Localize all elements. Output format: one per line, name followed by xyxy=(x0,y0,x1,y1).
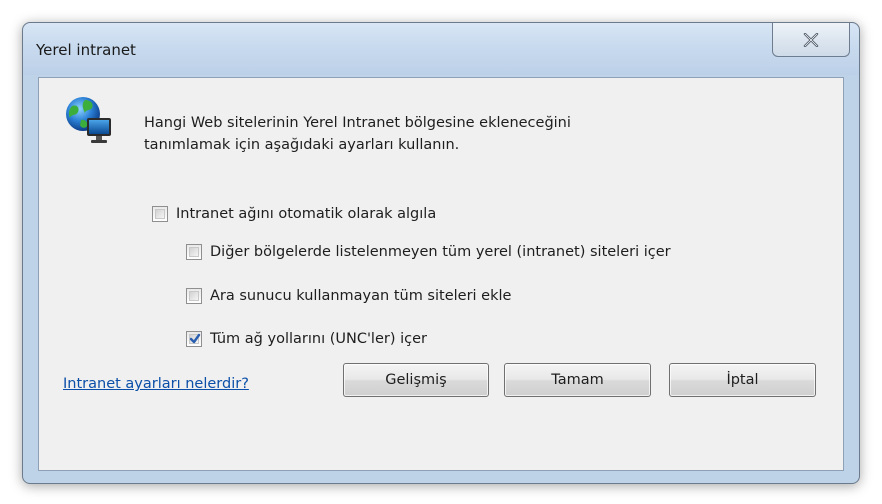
auto-detect-intranet-checkbox[interactable] xyxy=(152,206,168,222)
network-globe-icon xyxy=(63,94,117,148)
close-button[interactable] xyxy=(772,23,850,57)
description-line-1: Hangi Web sitelerinin Yerel Intranet böl… xyxy=(144,115,571,131)
include-unc-paths-label: Tüm ağ yollarını (UNC'ler) içer xyxy=(210,331,427,347)
dialog-title: Yerel intranet xyxy=(36,41,136,59)
include-local-sites-label: Diğer bölgelerde listelenmeyen tüm yerel… xyxy=(210,244,671,260)
bypass-proxy-sites-label: Ara sunucu kullanmayan tüm siteleri ekle xyxy=(210,288,512,304)
include-unc-paths-option[interactable]: Tüm ağ yollarını (UNC'ler) içer xyxy=(186,331,427,347)
auto-detect-intranet-option[interactable]: Intranet ağını otomatik olarak algıla xyxy=(152,206,436,222)
intranet-settings-help-link[interactable]: Intranet ayarları nelerdir? xyxy=(63,376,249,392)
local-intranet-dialog: Yerel intranet Hangi Web sitelerinin Yer… xyxy=(22,22,860,484)
include-local-sites-checkbox[interactable] xyxy=(186,244,202,260)
description-text: Hangi Web sitelerinin Yerel Intranet böl… xyxy=(144,112,784,156)
auto-detect-intranet-label: Intranet ağını otomatik olarak algıla xyxy=(176,206,437,222)
bypass-proxy-sites-option[interactable]: Ara sunucu kullanmayan tüm siteleri ekle xyxy=(186,288,511,304)
include-unc-paths-checkbox[interactable] xyxy=(186,331,202,347)
advanced-button[interactable]: Gelişmiş xyxy=(343,363,489,397)
ok-button[interactable]: Tamam xyxy=(504,363,651,397)
cancel-button[interactable]: İptal xyxy=(669,363,816,397)
dialog-content: Hangi Web sitelerinin Yerel Intranet böl… xyxy=(38,77,844,471)
title-bar: Yerel intranet xyxy=(23,23,859,75)
include-local-sites-option[interactable]: Diğer bölgelerde listelenmeyen tüm yerel… xyxy=(186,244,671,260)
description-line-2: tanımlamak için aşağıdaki ayarları kulla… xyxy=(144,137,460,153)
close-x-icon xyxy=(803,32,819,47)
bypass-proxy-sites-checkbox[interactable] xyxy=(186,288,202,304)
